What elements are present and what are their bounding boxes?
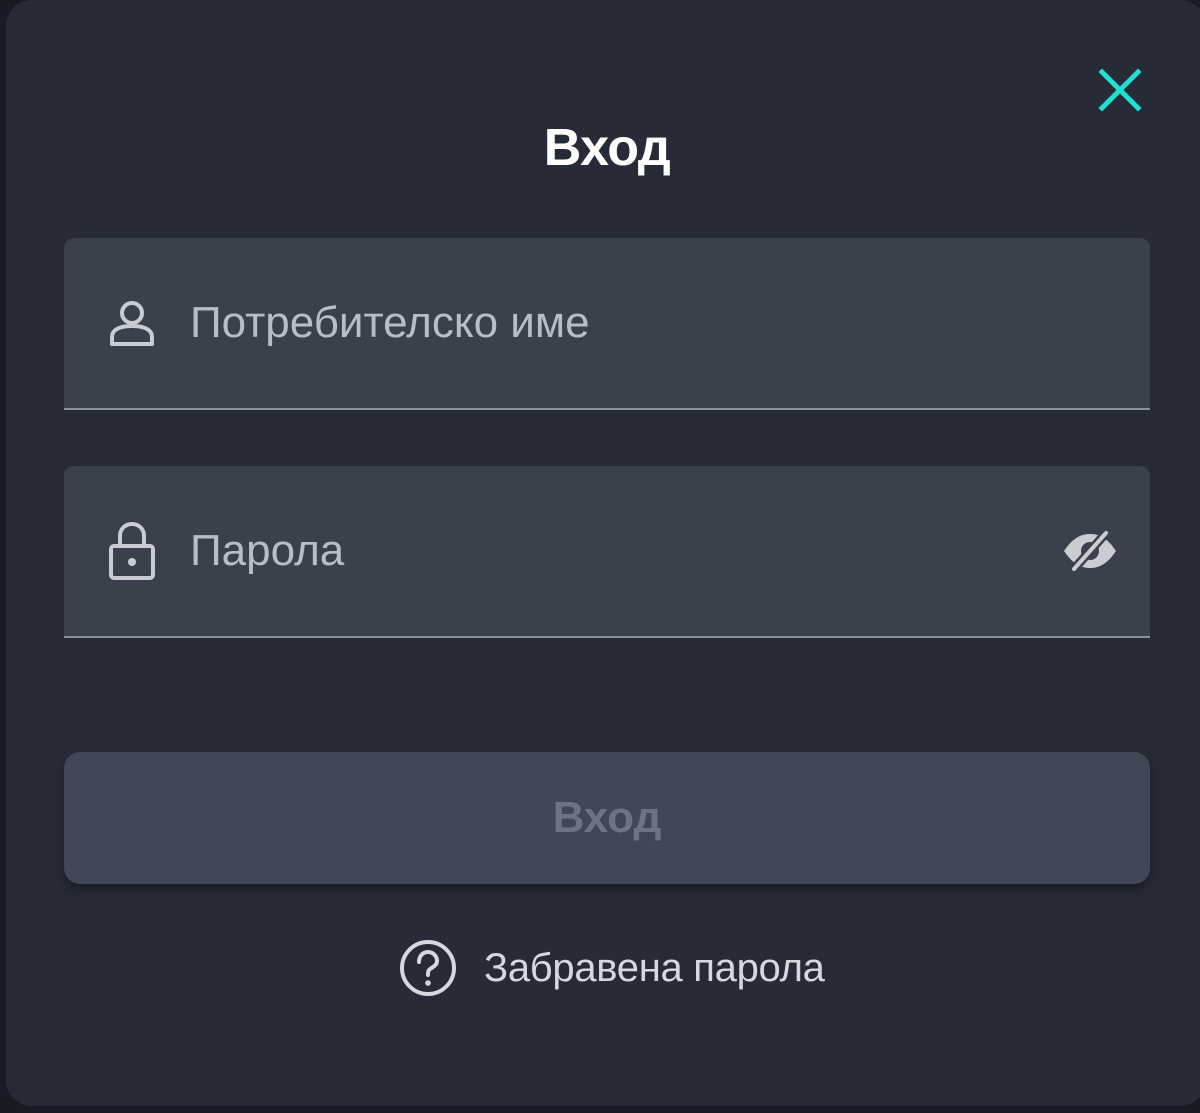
help-circle-icon (398, 938, 458, 998)
login-dialog: Вход Вход (6, 0, 1200, 1106)
password-field[interactable] (64, 466, 1150, 638)
dialog-title: Вход (543, 119, 671, 177)
password-input[interactable] (190, 521, 1070, 581)
eye-off-icon (1064, 530, 1116, 572)
password-visibility-toggle[interactable] (1060, 526, 1120, 576)
forgot-password-link[interactable]: Забравена парола (398, 936, 825, 1000)
lock-icon (104, 519, 160, 583)
close-button[interactable] (1092, 62, 1148, 118)
username-field[interactable] (64, 238, 1150, 410)
forgot-password-label: Забравена парола (484, 945, 825, 990)
username-input[interactable] (190, 293, 1070, 353)
user-icon (104, 291, 160, 355)
close-icon (1098, 68, 1142, 112)
login-submit-button[interactable]: Вход (64, 752, 1150, 884)
